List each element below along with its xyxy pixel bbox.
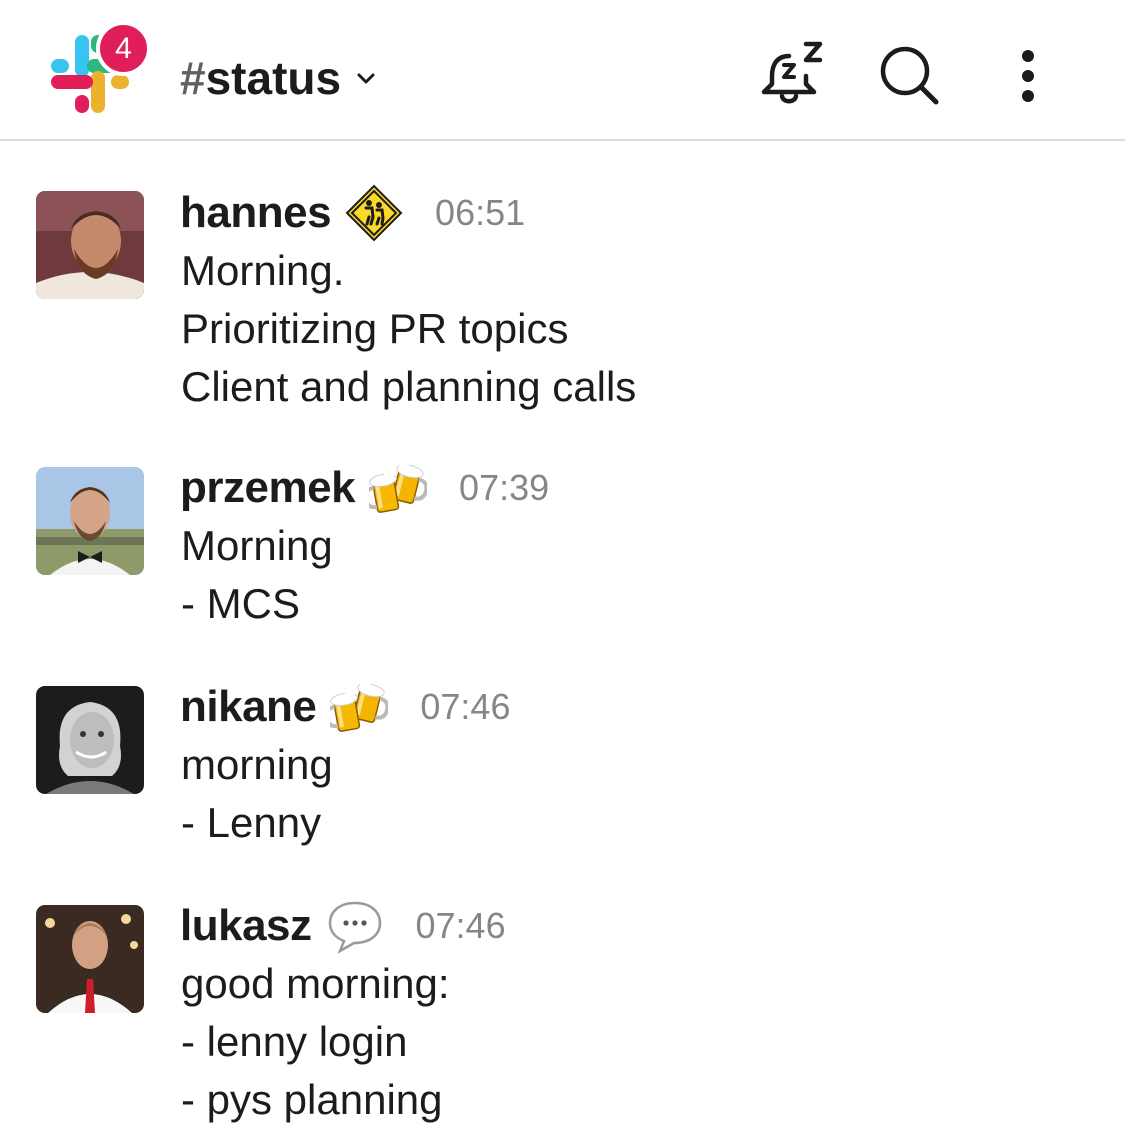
message-timestamp[interactable]: 07:39 (459, 467, 549, 509)
channel-hash: # (180, 52, 206, 104)
message-timestamp[interactable]: 07:46 (420, 686, 510, 728)
message-body: good morning: - lenny login - pys planni… (181, 955, 450, 1125)
channel-name: status (205, 52, 342, 104)
message-timestamp[interactable]: 06:51 (435, 192, 525, 234)
channel-title[interactable]: # status (180, 50, 377, 106)
message-line: morning (181, 741, 333, 788)
search-icon[interactable] (878, 44, 942, 108)
message-line: Prioritizing PR topics (181, 305, 569, 352)
author-name[interactable]: przemek (180, 463, 356, 513)
message-line: - lenny login (181, 1018, 408, 1065)
author-name[interactable]: nikane (180, 682, 317, 732)
message-line: good morning: (181, 960, 450, 1007)
message-line: Morning (181, 522, 333, 569)
avatar[interactable] (36, 686, 144, 794)
chevron-down-icon (357, 73, 375, 84)
avatar[interactable] (36, 191, 144, 299)
message-timestamp[interactable]: 07:46 (416, 905, 506, 947)
message-line: Morning. (181, 247, 345, 294)
message-line: - Lenny (181, 799, 322, 846)
notification-badge: 4 (96, 21, 151, 76)
avatar[interactable] (36, 905, 144, 1013)
author-name[interactable]: hannes (180, 188, 332, 238)
message-line: - MCS (181, 580, 300, 627)
channel-header: 4 # status (0, 0, 1125, 141)
more-vertical-icon[interactable] (1016, 48, 1040, 104)
speech-balloon-icon (326, 897, 384, 955)
clinking-beer-mugs-icon (369, 459, 428, 517)
clinking-beer-mugs-icon (330, 678, 389, 736)
message-line: - pys planning (181, 1076, 443, 1123)
avatar[interactable] (36, 467, 144, 575)
message-body: morning - Lenny (181, 736, 333, 852)
children-crossing-sign-icon (345, 184, 403, 242)
snooze-bell-icon[interactable] (756, 38, 826, 106)
message-body: Morning. Prioritizing PR topics Client a… (181, 242, 636, 416)
message-line: Client and planning calls (181, 363, 637, 410)
message-body: Morning - MCS (181, 517, 333, 633)
author-name[interactable]: lukasz (180, 901, 312, 951)
